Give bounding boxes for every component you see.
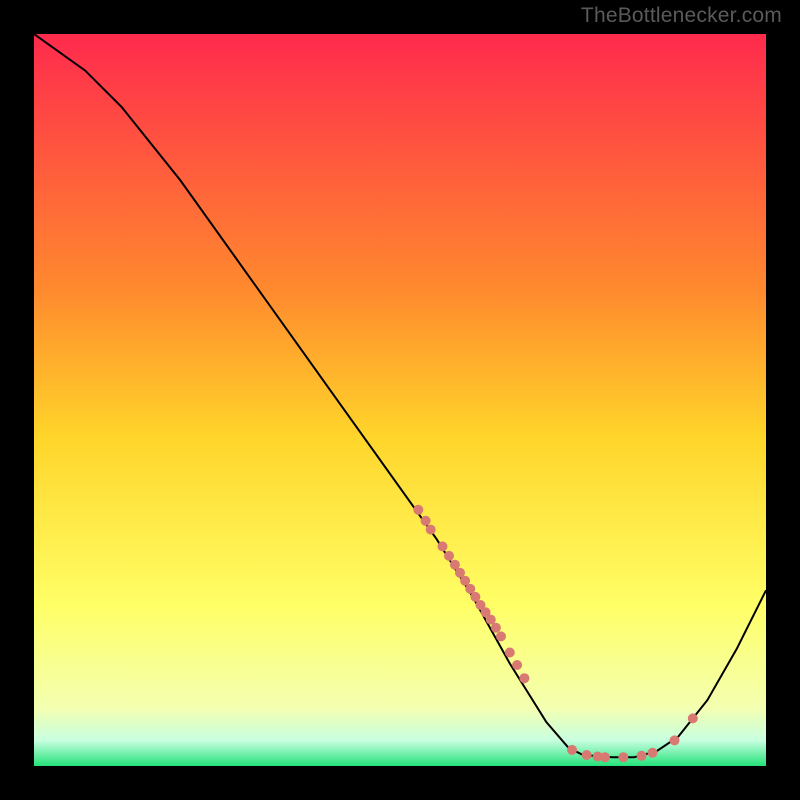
data-point: [438, 541, 448, 551]
gradient-background: [34, 34, 766, 766]
data-point: [421, 516, 431, 526]
data-point: [670, 735, 680, 745]
bottleneck-chart: [34, 34, 766, 766]
data-point: [496, 631, 506, 641]
data-point: [582, 750, 592, 760]
data-point: [567, 745, 577, 755]
data-point: [618, 752, 628, 762]
data-point: [519, 673, 529, 683]
data-point: [444, 551, 454, 561]
data-point: [688, 713, 698, 723]
data-point: [512, 660, 522, 670]
data-point: [491, 623, 501, 633]
data-point: [505, 648, 515, 658]
watermark-text: TheBottlenecker.com: [581, 4, 782, 28]
chart-container: TheBottlenecker.com: [0, 0, 800, 800]
data-point: [637, 751, 647, 761]
data-point: [600, 752, 610, 762]
data-point: [413, 505, 423, 515]
data-point: [648, 748, 658, 758]
data-point: [426, 525, 436, 535]
